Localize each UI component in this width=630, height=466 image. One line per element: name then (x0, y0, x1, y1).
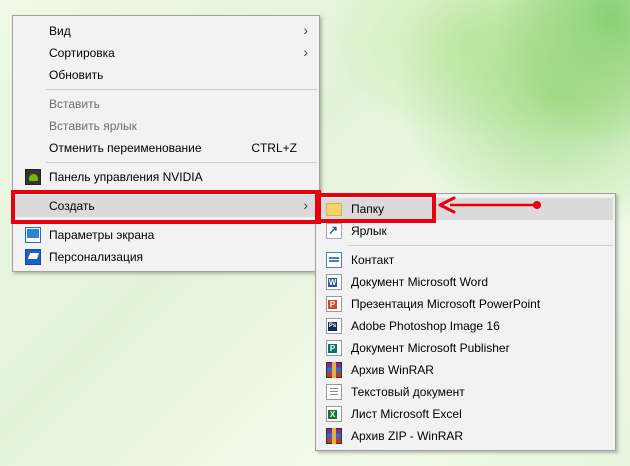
submenu-item-publisher[interactable]: P Документ Microsoft Publisher (318, 337, 613, 359)
menu-item-label: Вставить (49, 97, 100, 111)
menu-item-label: Персонализация (49, 250, 144, 264)
powerpoint-icon-letter: P (328, 300, 337, 309)
powerpoint-icon: P (326, 296, 342, 312)
publisher-icon-letter: P (328, 344, 337, 353)
word-icon: W (326, 274, 342, 290)
text-document-icon (326, 384, 342, 400)
submenu-item-label: Лист Microsoft Excel (351, 407, 462, 421)
shortcut-icon (326, 223, 342, 239)
excel-icon-letter: X (328, 410, 337, 419)
menu-separator (46, 89, 317, 90)
submenu-item-label: Презентация Microsoft PowerPoint (351, 297, 541, 311)
menu-item-refresh[interactable]: Обновить (15, 64, 317, 86)
menu-item-label: Сортировка (49, 46, 115, 60)
contact-icon (326, 252, 342, 268)
submenu-item-excel[interactable]: X Лист Microsoft Excel (318, 403, 613, 425)
menu-item-sort[interactable]: Сортировка › (15, 42, 317, 64)
submenu-item-contact[interactable]: Контакт (318, 249, 613, 271)
menu-item-paste-shortcut[interactable]: Вставить ярлык (15, 115, 317, 137)
menu-item-undo-rename[interactable]: Отменить переименование CTRL+Z (15, 137, 317, 159)
menu-separator (348, 245, 613, 246)
personalization-icon (25, 249, 41, 265)
submenu-item-label: Текстовый документ (351, 385, 465, 399)
photoshop-icon-letter: Ps (328, 322, 337, 331)
submenu-item-label: Контакт (351, 253, 395, 267)
photoshop-icon: Ps (326, 318, 342, 334)
winrar-icon (326, 362, 342, 378)
winrar-zip-icon (326, 428, 342, 444)
menu-item-label: Параметры экрана (49, 228, 155, 242)
submenu-item-winrar-zip[interactable]: Архив ZIP - WinRAR (318, 425, 613, 447)
submenu-item-shortcut[interactable]: Ярлык (318, 220, 613, 242)
menu-item-label: Вставить ярлык (49, 119, 137, 133)
submenu-item-label: Документ Microsoft Word (351, 275, 489, 289)
submenu-item-label: Архив ZIP - WinRAR (351, 429, 464, 443)
nvidia-icon (25, 169, 41, 185)
menu-item-view[interactable]: Вид › (15, 20, 317, 42)
keyboard-shortcut: CTRL+Z (251, 141, 297, 155)
annotation-arrow-icon (438, 196, 541, 214)
menu-item-label: Отменить переименование (49, 141, 202, 155)
publisher-icon: P (326, 340, 342, 356)
chevron-right-icon: › (303, 44, 308, 60)
submenu-item-winrar-archive[interactable]: Архив WinRAR (318, 359, 613, 381)
word-icon-letter: W (328, 278, 337, 287)
desktop-context-menu: Вид › Сортировка › Обновить Вставить Вст… (12, 15, 320, 272)
menu-item-label: Панель управления NVIDIA (49, 170, 203, 184)
annotation-highlight-folder (315, 193, 436, 223)
menu-item-paste[interactable]: Вставить (15, 93, 317, 115)
display-icon (25, 227, 41, 243)
menu-item-nvidia-control-panel[interactable]: Панель управления NVIDIA (15, 166, 317, 188)
submenu-item-text-document[interactable]: Текстовый документ (318, 381, 613, 403)
submenu-item-label: Документ Microsoft Publisher (351, 341, 510, 355)
chevron-right-icon: › (303, 22, 308, 38)
submenu-item-label: Архив WinRAR (351, 363, 434, 377)
menu-item-label: Обновить (49, 68, 104, 82)
menu-item-display-settings[interactable]: Параметры экрана (15, 224, 317, 246)
excel-icon: X (326, 406, 342, 422)
menu-separator (46, 162, 317, 163)
submenu-item-label: Adobe Photoshop Image 16 (351, 319, 500, 333)
submenu-item-label: Ярлык (351, 224, 387, 238)
menu-item-personalization[interactable]: Персонализация (15, 246, 317, 268)
new-submenu: Папку Ярлык Контакт W Документ Microsoft… (315, 193, 616, 451)
annotation-highlight-new (11, 190, 321, 224)
menu-item-label: Вид (49, 24, 71, 38)
submenu-item-powerpoint[interactable]: P Презентация Microsoft PowerPoint (318, 293, 613, 315)
submenu-item-word-document[interactable]: W Документ Microsoft Word (318, 271, 613, 293)
submenu-item-photoshop[interactable]: Ps Adobe Photoshop Image 16 (318, 315, 613, 337)
